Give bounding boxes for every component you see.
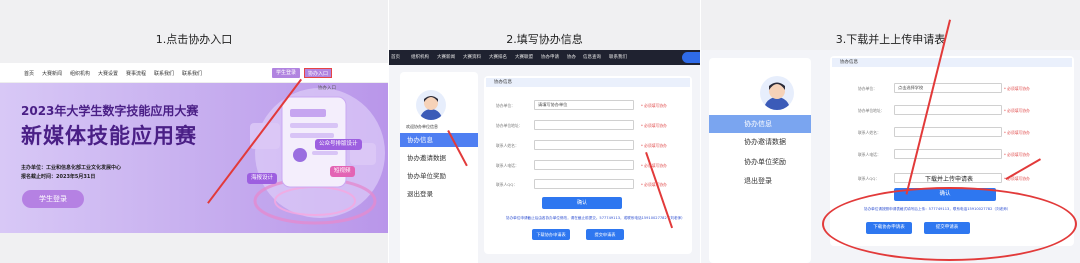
nav-item[interactable]: 信息查询 [583, 54, 601, 60]
user-avatar [416, 90, 446, 120]
contact-name-input[interactable] [534, 140, 634, 150]
org-address-input[interactable] [894, 105, 1002, 115]
required-hint: * 必须填写协办 [641, 163, 667, 168]
organizer-text: 主办单位：工业和信息化部工业文化发展中心 [21, 165, 122, 171]
step2-panel: 2.填写协办信息 首页 组织机构 大赛新闻 大赛资料 大赛排名 大赛联盟 协办申… [389, 0, 700, 263]
co-organizer-entry-button[interactable]: 协办入口 [304, 68, 332, 78]
step1-panel: 1.点击协办入口 首页 大赛新闻 组织机构 大赛设置 赛事流程 联系我们 联系我… [0, 0, 388, 263]
contact-name-input[interactable] [894, 127, 1002, 137]
step3-title: 3.下载并上上传申请表 [835, 33, 946, 46]
sidebar-item-info[interactable]: 协办信息 [400, 133, 478, 147]
download-form-button[interactable]: 下载协办申请表 [532, 229, 570, 240]
field-label: 协办单位： [858, 86, 877, 91]
field-label: 联系人姓名： [858, 130, 881, 135]
avatar-icon [764, 82, 790, 110]
nav-item[interactable]: 协办申请 [541, 54, 559, 60]
contact-phone-input[interactable] [894, 149, 1002, 159]
hero-subtitle: 新媒体技能应用赛 [21, 124, 197, 148]
required-hint: * 必须填写协办 [1004, 86, 1030, 91]
top-nav: 首页 组织机构 大赛新闻 大赛资料 大赛排名 大赛联盟 协办申请 协办 信息查询… [389, 50, 700, 65]
tag-wechat-layout: 公众号排版设计 [315, 139, 362, 150]
submit-form-button[interactable]: 提交申请表 [586, 229, 624, 240]
required-hint: * 必须填写协办 [1004, 152, 1030, 157]
hero-login-button[interactable]: 学生登录 [22, 190, 84, 208]
upload-caption: 下载并上传申请表 [925, 176, 974, 183]
nav-process[interactable]: 赛事流程 [126, 70, 146, 77]
co-organizer-app: 首页 组织机构 大赛新闻 大赛资料 大赛排名 大赛联盟 协办申请 协办 信息查询… [389, 50, 700, 263]
form-title: 协办信息 [832, 58, 1072, 67]
sidebar: 欢迎协办单位信息 协办信息 协办邀请数据 协办单位奖励 退出登录 [400, 72, 478, 263]
confirm-button[interactable]: 确认 [542, 197, 622, 209]
nav-item[interactable]: 联系我们 [609, 54, 627, 60]
org-address-input[interactable] [534, 120, 634, 130]
required-hint: * 必须填写协办 [1004, 108, 1030, 113]
step3-panel: 3.下载并上上传申请表 协办信息 协办邀请数据 协办单位奖励 退出登录 协办信息… [701, 0, 1080, 263]
nav-contact-2[interactable]: 联系我们 [182, 70, 202, 77]
nav-home[interactable]: 首页 [24, 70, 34, 77]
highlight-ellipse [822, 187, 1077, 261]
tag-short-video: 短视频 [330, 166, 355, 177]
deadline-text: 报名截止时间：2023年5月31日 [21, 174, 96, 180]
required-hint: * 必须填写协办 [641, 123, 667, 128]
sidebar-item-reward[interactable]: 协办单位奖励 [709, 153, 811, 171]
field-label: 联系人姓名： [496, 143, 519, 148]
user-caption: 欢迎协办单位信息 [406, 124, 438, 129]
sidebar-item-info[interactable]: 协办信息 [709, 115, 811, 133]
nav-news[interactable]: 大赛新闻 [42, 70, 62, 77]
nav-org[interactable]: 组织机构 [70, 70, 90, 77]
sidebar-item-logout[interactable]: 退出登录 [709, 172, 811, 190]
field-label: 联系人QQ： [858, 176, 880, 181]
nav-item[interactable]: 首页 [391, 54, 400, 60]
nav-settings[interactable]: 大赛设置 [98, 70, 118, 77]
tag-poster-design: 海报设计 [247, 173, 278, 184]
required-hint: * 必须填写协办 [641, 182, 667, 187]
nav-item[interactable]: 大赛排名 [489, 54, 507, 60]
field-label: 联系人电话： [496, 163, 519, 168]
hero-illustration [250, 88, 385, 225]
org-name-input[interactable]: 请填写协办单位 [534, 100, 634, 110]
user-avatar [760, 76, 794, 110]
field-label: 联系人QQ： [496, 182, 518, 187]
sidebar: 协办信息 协办邀请数据 协办单位奖励 退出登录 [709, 58, 811, 263]
co-organizer-app: 协办信息 协办邀请数据 协办单位奖励 退出登录 协办信息 协办单位： 点击选择学… [701, 50, 1080, 263]
nav-item[interactable]: 大赛联盟 [515, 54, 533, 60]
hero-banner: 公众号排版设计 短视频 海报设计 2023年大学生数字技能应用大赛 新媒体技能应… [0, 83, 388, 233]
nav-item[interactable]: 组织机构 [411, 54, 429, 60]
competition-site: 首页 大赛新闻 组织机构 大赛设置 赛事流程 联系我们 联系我们 学生登录 协办… [0, 63, 388, 233]
nav-item[interactable]: 协办 [567, 54, 576, 60]
step1-title: 1.点击协办入口 [155, 33, 233, 46]
co-organizer-form: 协办信息 协办单位： 请填写协办单位 * 必须填写协办 协办单位地址： * 必须… [484, 76, 692, 254]
field-label: 协办单位： [496, 103, 515, 108]
contact-qq-input[interactable] [534, 179, 634, 189]
hero-title: 2023年大学生数字技能应用大赛 [21, 104, 199, 118]
nav-item[interactable]: 大赛资料 [463, 54, 481, 60]
field-label: 协办单位地址： [496, 123, 523, 128]
form-title: 协办信息 [486, 78, 690, 87]
student-login-button[interactable]: 学生登录 [272, 68, 300, 78]
nav-contact[interactable]: 联系我们 [154, 70, 174, 77]
avatar-icon [420, 96, 442, 120]
step2-title: 2.填写协办信息 [506, 33, 583, 46]
sidebar-item-reward[interactable]: 协办单位奖励 [400, 169, 478, 183]
required-hint: * 必须填写协办 [641, 143, 667, 148]
contact-phone-input[interactable] [534, 160, 634, 170]
field-label: 协办单位地址： [858, 108, 885, 113]
entry-callout-label: 协办入口 [318, 86, 336, 91]
nav-item[interactable]: 大赛新闻 [437, 54, 455, 60]
contact-note: 协办单位申请截止后由各协办单位修改，请在截止前提交。577749113，或联系电… [506, 216, 685, 220]
user-menu-button[interactable] [682, 52, 700, 63]
org-name-input[interactable]: 点击选择学校 [894, 83, 1002, 93]
sidebar-item-logout[interactable]: 退出登录 [400, 187, 478, 201]
required-hint: * 必须填写协办 [1004, 130, 1030, 135]
sidebar-item-invite[interactable]: 协办邀请数据 [709, 133, 811, 151]
top-nav: 首页 大赛新闻 组织机构 大赛设置 赛事流程 联系我们 联系我们 学生登录 协办… [0, 63, 388, 83]
field-label: 联系人电话： [858, 152, 881, 157]
required-hint: * 必须填写协办 [641, 103, 667, 108]
